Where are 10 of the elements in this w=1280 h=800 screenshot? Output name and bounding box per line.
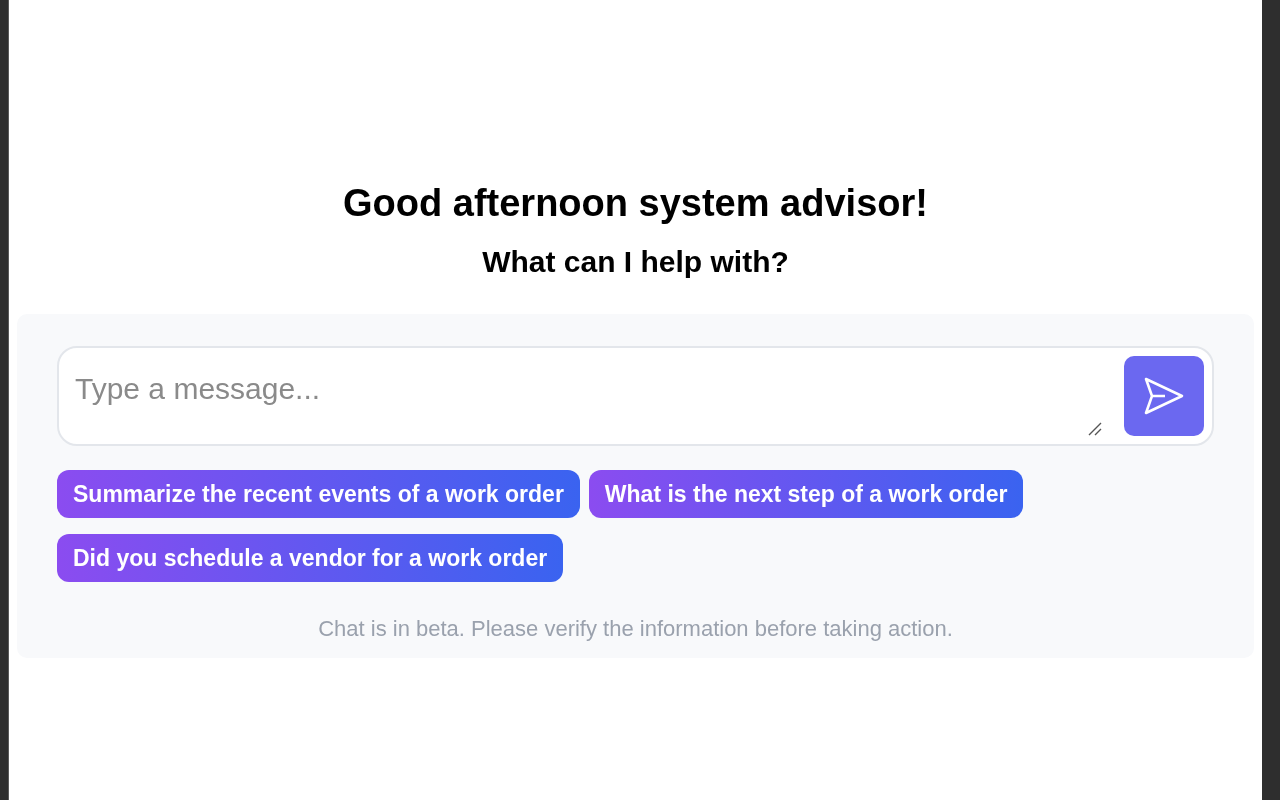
greeting-heading: Good afternoon system advisor! bbox=[343, 181, 928, 226]
beta-disclaimer: Chat is in beta. Please verify the information before taking action. bbox=[317, 616, 954, 642]
send-icon bbox=[1143, 377, 1185, 415]
resize-handle-icon[interactable] bbox=[1088, 422, 1102, 436]
suggestion-chip[interactable]: What is the next step of a work order bbox=[588, 470, 1024, 518]
subtitle-heading: What can I help with? bbox=[482, 244, 789, 280]
suggestion-chip[interactable]: Did you schedule a vendor for a work order bbox=[57, 534, 564, 582]
suggestion-chip[interactable]: Summarize the recent events of a work order bbox=[57, 470, 580, 518]
message-field[interactable]: Type a message... bbox=[57, 346, 1214, 446]
send-button[interactable] bbox=[1124, 356, 1204, 436]
